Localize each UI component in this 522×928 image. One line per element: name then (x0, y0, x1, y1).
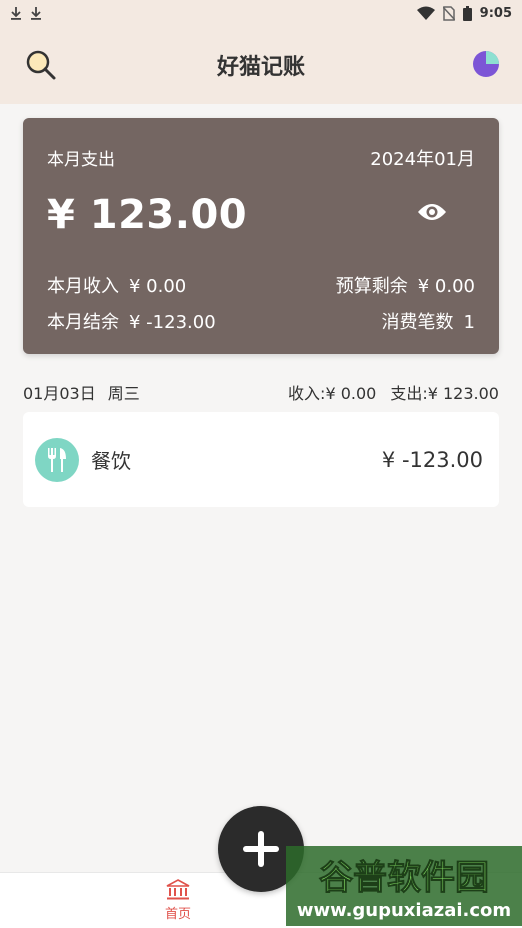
monthly-expense-label: 本月支出 (47, 150, 115, 170)
app-header: 好猫记账 (0, 26, 522, 104)
nav-home-label: 首页 (164, 907, 191, 922)
monthly-summary-card: 本月支出 2024年01月 ¥ 123.00 本月收入 ¥ 0.00 预算剩余 ¥ … (23, 118, 499, 354)
pie-chart-icon (473, 51, 499, 77)
monthly-expense-amount: ¥ 123.00 (47, 192, 248, 238)
watermark-logo: 谷普软件园 www.gupuxiazai.com (286, 846, 522, 926)
svg-text:www.gupuxiazai.com: www.gupuxiazai.com (297, 900, 511, 921)
monthly-income-label: 本月收入 (47, 276, 119, 297)
category-icon (35, 437, 79, 482)
bank-icon (166, 879, 190, 900)
no-sim-icon (442, 5, 455, 21)
day-header: 01月03日 周三 收入:¥ 0.00 支出:¥ 123.00 (23, 380, 499, 404)
day-expense: 支出:¥ 123.00 (390, 384, 499, 403)
nav-home[interactable]: 首页 (156, 879, 200, 925)
monthly-balance-value: ¥ -123.00 (129, 312, 216, 333)
expense-count-label: 消费笔数 (381, 312, 454, 333)
status-right: 9:05 (416, 5, 512, 21)
wifi-icon (416, 6, 435, 20)
search-button[interactable] (24, 48, 58, 82)
download-icon (31, 7, 41, 20)
search-icon (26, 50, 56, 80)
status-left (10, 6, 42, 20)
status-time: 9:05 (479, 5, 512, 21)
record-amount: ¥ -123.00 (381, 447, 483, 472)
status-bar: 9:05 (0, 0, 522, 26)
day-weekday: 周三 (107, 384, 140, 403)
page-title: 好猫记账 (216, 55, 305, 80)
monthly-income-value: ¥ 0.00 (129, 276, 187, 297)
battery-icon (462, 5, 472, 21)
budget-remaining-label: 预算剩余 (335, 276, 408, 297)
download-icon (11, 7, 21, 20)
plus-icon (243, 831, 279, 867)
expense-count: 消费笔数 1 (382, 308, 475, 334)
month-selector[interactable]: 2024年01月 (370, 145, 475, 171)
expense-count-value: 1 (463, 312, 475, 333)
monthly-income: 本月收入 ¥ 0.00 (47, 272, 186, 298)
monthly-balance-label: 本月结余 (47, 312, 119, 333)
budget-remaining: 预算剩余 ¥ 0.00 (336, 272, 475, 298)
day-income: 收入:¥ 0.00 (288, 384, 377, 403)
toggle-visibility-button[interactable] (417, 202, 447, 222)
svg-text:谷普软件园: 谷普软件园 (319, 858, 489, 898)
list-item[interactable]: 餐饮 ¥ -123.00 (23, 412, 499, 507)
eye-icon (418, 204, 446, 220)
watermark: 谷普软件园 www.gupuxiazai.com (286, 846, 522, 926)
monthly-balance: 本月结余 ¥ -123.00 (47, 308, 216, 334)
day-date: 01月03日 (23, 384, 96, 403)
statistics-button[interactable] (472, 50, 500, 78)
record-category: 餐饮 (91, 449, 131, 473)
budget-remaining-value: ¥ 0.00 (417, 276, 475, 297)
fork-knife-icon (48, 447, 66, 472)
